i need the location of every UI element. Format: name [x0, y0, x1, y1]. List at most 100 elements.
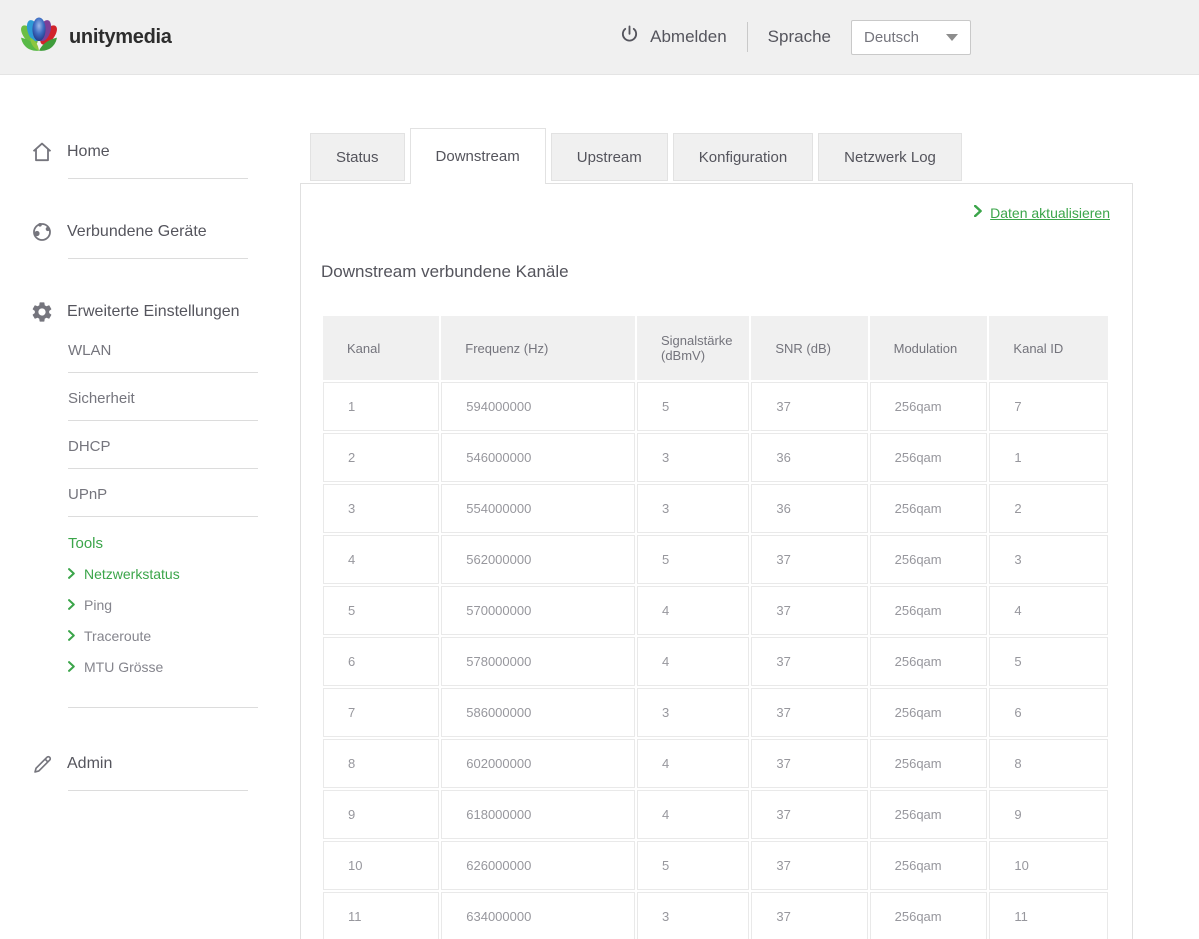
table-row: 9618000000437256qam9 — [323, 790, 1108, 839]
header-controls: Abmelden Sprache Deutsch — [619, 20, 971, 55]
table-cell: 5 — [323, 586, 439, 635]
tab-downstream[interactable]: Downstream — [410, 128, 546, 184]
advanced-settings-sublist: WLAN Sicherheit DHCP UPnP Tools Netzwerk… — [68, 342, 300, 708]
brand-logo[interactable]: unitymedia — [18, 14, 172, 61]
table-cell: 256qam — [870, 739, 988, 788]
table-cell: 7 — [989, 382, 1108, 431]
chevron-down-icon — [946, 34, 958, 41]
table-cell: 6 — [323, 637, 439, 686]
tab-status[interactable]: Status — [310, 133, 405, 181]
column-header-kanal: Kanal — [323, 316, 439, 380]
tool-label: Traceroute — [84, 628, 151, 644]
column-header-kanal-id: Kanal ID — [989, 316, 1108, 380]
table-cell: 2 — [323, 433, 439, 482]
sidebar: Home Verbundene Geräte Erweiterte Ein — [0, 75, 300, 939]
table-row: 2546000000336256qam1 — [323, 433, 1108, 482]
table-cell: 11 — [989, 892, 1108, 939]
sidebar-item-home[interactable]: Home — [30, 139, 300, 165]
table-cell: 602000000 — [441, 739, 635, 788]
table-cell: 36 — [751, 433, 867, 482]
table-row: 10626000000537256qam10 — [323, 841, 1108, 890]
table-body: 1594000000537256qam72546000000336256qam1… — [323, 382, 1108, 939]
unitymedia-flower-icon — [18, 14, 60, 61]
tool-label: Netzwerkstatus — [84, 566, 180, 582]
table-cell: 1 — [323, 382, 439, 431]
table-cell: 5 — [989, 637, 1108, 686]
table-cell: 5 — [637, 841, 749, 890]
tab-netzwerk-log[interactable]: Netzwerk Log — [818, 133, 962, 181]
table-cell: 570000000 — [441, 586, 635, 635]
table-cell: 256qam — [870, 841, 988, 890]
table-row: 7586000000337256qam6 — [323, 688, 1108, 737]
table-cell: 256qam — [870, 535, 988, 584]
table-cell: 37 — [751, 586, 867, 635]
brand-name: unitymedia — [69, 26, 172, 49]
language-select[interactable]: Deutsch — [851, 20, 971, 55]
table-cell: 10 — [989, 841, 1108, 890]
table-cell: 546000000 — [441, 433, 635, 482]
table-row: 5570000000437256qam4 — [323, 586, 1108, 635]
sidebar-item-connected-devices[interactable]: Verbundene Geräte — [30, 219, 300, 245]
divider — [68, 516, 258, 517]
table-cell: 37 — [751, 892, 867, 939]
gear-icon — [30, 300, 54, 324]
sidebar-item-upnp[interactable]: UPnP — [68, 486, 300, 506]
refresh-data-link[interactable]: Daten aktualisieren — [974, 202, 1110, 224]
divider — [68, 790, 248, 791]
sidebar-item-wlan[interactable]: WLAN — [68, 342, 300, 362]
table-cell: 3 — [637, 484, 749, 533]
sidebar-item-ping[interactable]: Ping — [68, 596, 300, 614]
table-cell: 3 — [637, 688, 749, 737]
language-value: Deutsch — [864, 29, 919, 46]
pencil-icon — [30, 752, 54, 776]
table-cell: 562000000 — [441, 535, 635, 584]
power-icon — [619, 24, 640, 50]
table-cell: 578000000 — [441, 637, 635, 686]
sidebar-item-advanced-settings[interactable]: Erweiterte Einstellungen — [30, 299, 300, 325]
chevron-right-icon — [68, 628, 75, 644]
table-cell: 634000000 — [441, 892, 635, 939]
table-cell: 626000000 — [441, 841, 635, 890]
divider — [68, 707, 258, 708]
language-label: Sprache — [768, 27, 831, 47]
connected-devices-icon — [30, 220, 54, 244]
column-header-signalstaerke: Signalstärke (dBmV) — [637, 316, 749, 380]
tab-upstream[interactable]: Upstream — [551, 133, 668, 181]
table-row: 6578000000437256qam5 — [323, 637, 1108, 686]
divider — [68, 468, 258, 469]
sidebar-item-traceroute[interactable]: Traceroute — [68, 627, 300, 645]
tab-bar: Status Downstream Upstream Konfiguration… — [310, 128, 1199, 183]
divider — [68, 258, 248, 259]
table-cell: 3 — [323, 484, 439, 533]
sidebar-item-netzwerkstatus[interactable]: Netzwerkstatus — [68, 565, 300, 583]
tab-konfiguration[interactable]: Konfiguration — [673, 133, 813, 181]
top-header: unitymedia Abmelden Sprache Deutsch — [0, 0, 1199, 75]
logout-button[interactable]: Abmelden — [619, 24, 727, 50]
tool-label: MTU Grösse — [84, 659, 163, 675]
table-cell: 37 — [751, 841, 867, 890]
table-row: 11634000000337256qam11 — [323, 892, 1108, 939]
table-cell: 37 — [751, 790, 867, 839]
sidebar-item-sicherheit[interactable]: Sicherheit — [68, 390, 300, 410]
sidebar-item-dhcp[interactable]: DHCP — [68, 438, 300, 458]
table-cell: 36 — [751, 484, 867, 533]
table-cell: 3 — [637, 433, 749, 482]
downstream-channels-table: Kanal Frequenz (Hz) Signalstärke (dBmV) … — [321, 314, 1110, 939]
table-cell: 256qam — [870, 892, 988, 939]
table-row: 3554000000336256qam2 — [323, 484, 1108, 533]
tool-label: Ping — [84, 597, 112, 613]
sidebar-item-tools[interactable]: Tools — [68, 535, 300, 552]
logout-label: Abmelden — [650, 27, 727, 47]
table-cell: 8 — [323, 739, 439, 788]
sidebar-item-admin[interactable]: Admin — [30, 751, 300, 777]
table-cell: 7 — [323, 688, 439, 737]
sidebar-item-mtu-groesse[interactable]: MTU Grösse — [68, 658, 300, 676]
chevron-right-icon — [68, 659, 75, 675]
table-cell: 618000000 — [441, 790, 635, 839]
refresh-data-label: Daten aktualisieren — [990, 205, 1110, 221]
table-cell: 37 — [751, 382, 867, 431]
table-cell: 9 — [989, 790, 1108, 839]
header-divider — [747, 22, 748, 52]
table-cell: 37 — [751, 688, 867, 737]
table-cell: 256qam — [870, 382, 988, 431]
